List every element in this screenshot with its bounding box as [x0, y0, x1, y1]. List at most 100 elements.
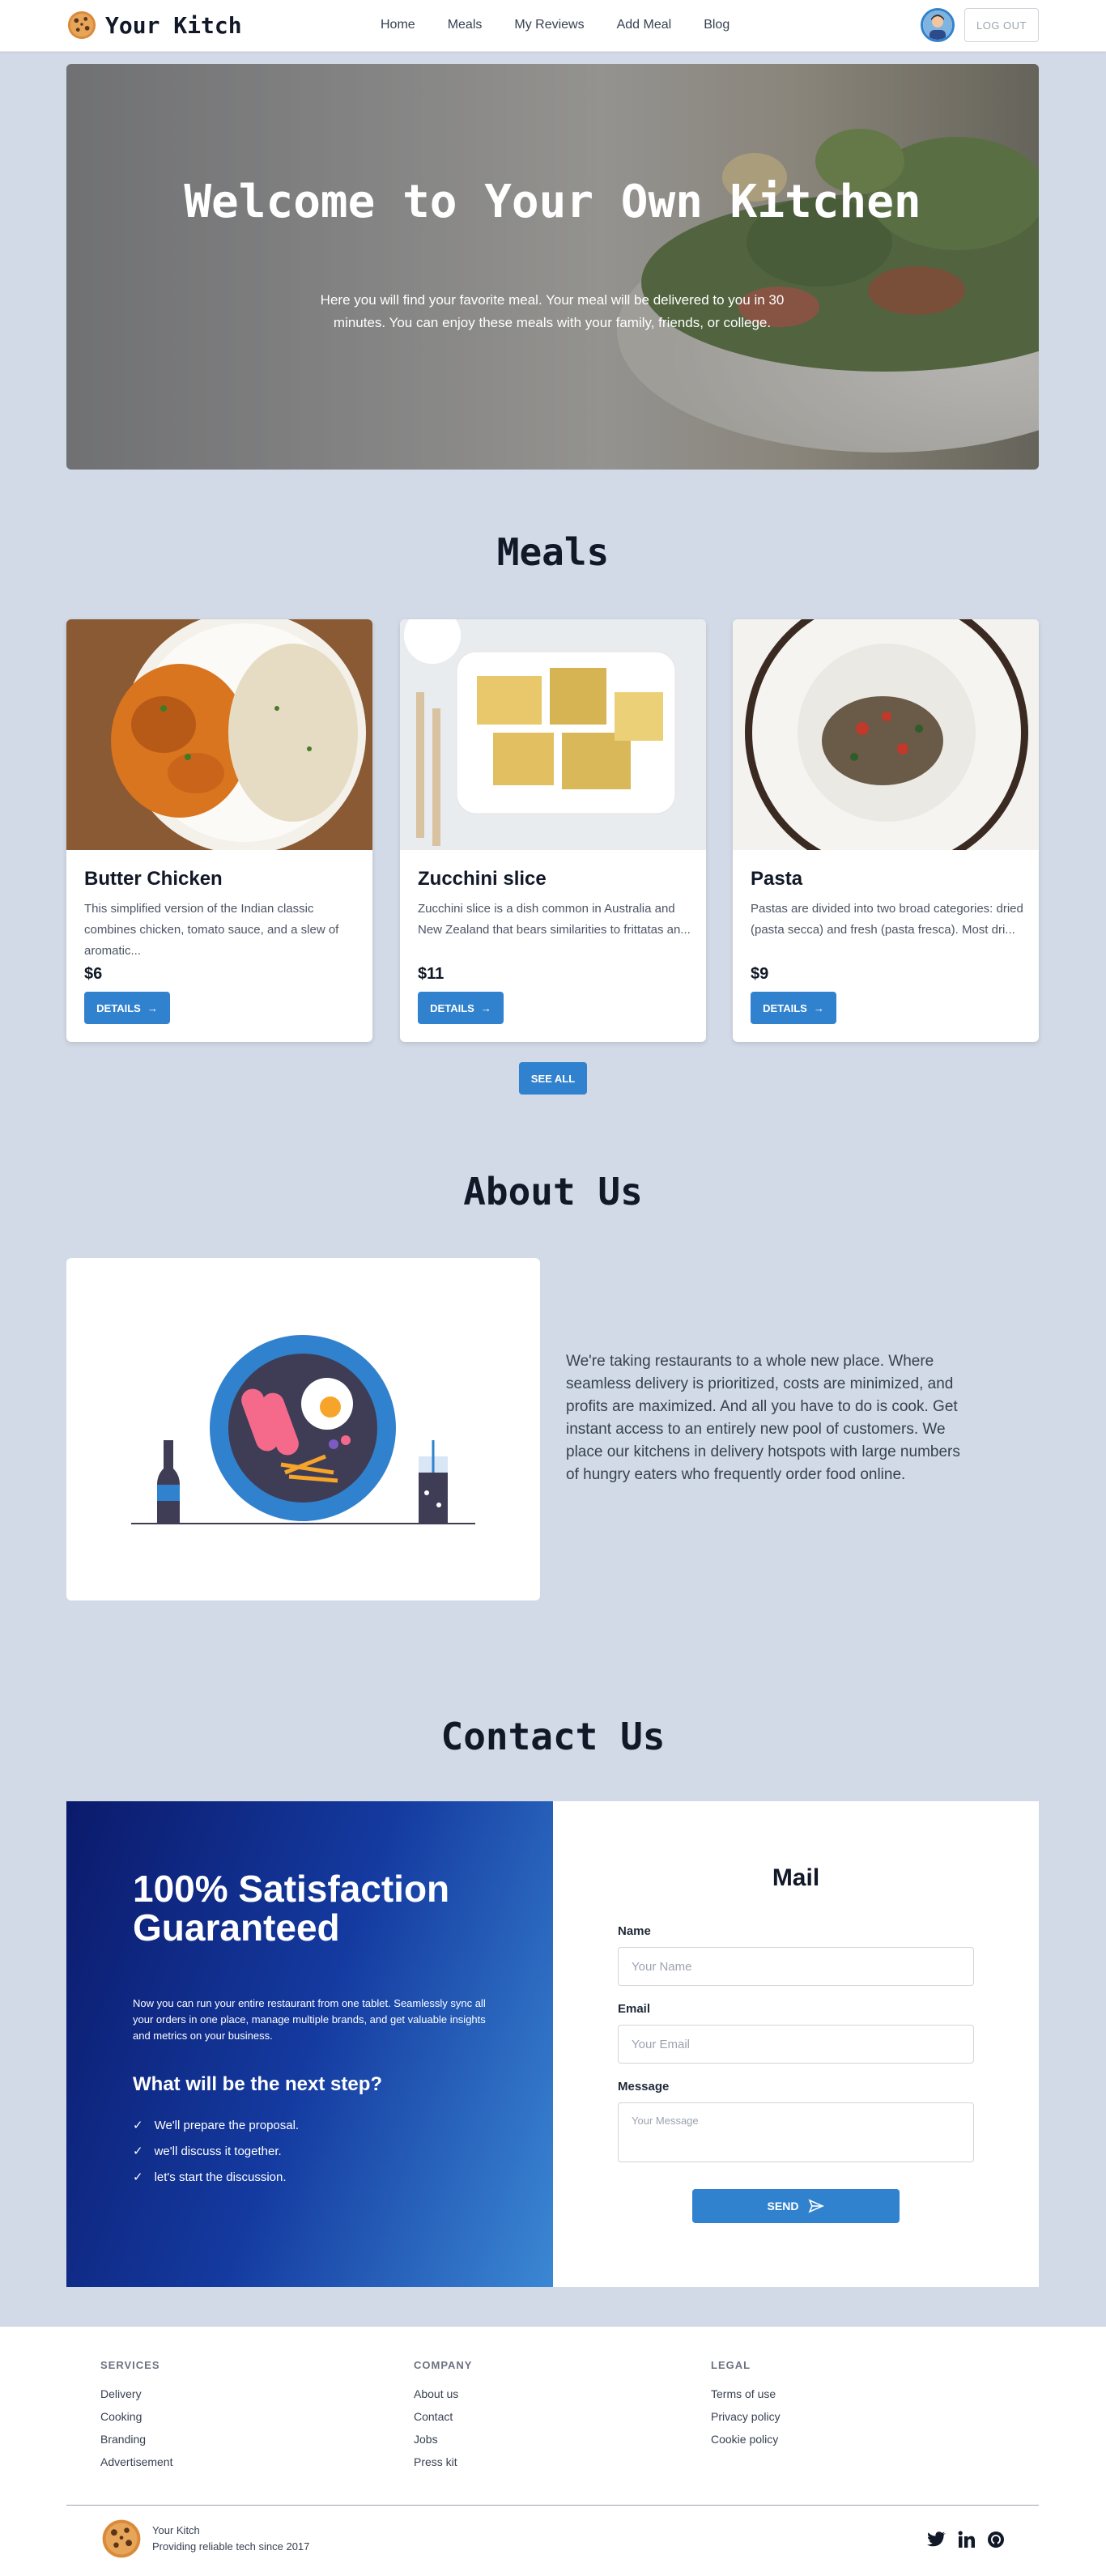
- details-label: DETAILS: [763, 1001, 807, 1014]
- contact-form: Mail Name Your Name Email Your Email Mes…: [553, 1801, 1039, 2287]
- nav-link-my-reviews[interactable]: My Reviews: [514, 18, 584, 32]
- footer-tagline: Providing reliable tech since 2017: [152, 2540, 310, 2553]
- navbar: Your Kitch Home Meals My Reviews Add Mea…: [0, 0, 1106, 52]
- hero-banner: Welcome to Your Own Kitchen Here you wil…: [66, 64, 1039, 470]
- details-label: DETAILS: [96, 1001, 141, 1014]
- meal-name: Zucchini slice: [418, 868, 547, 890]
- footer-link-contact[interactable]: Contact: [414, 2410, 472, 2433]
- arrow-right-icon: →: [480, 1001, 491, 1014]
- footer-divider: [66, 2505, 1039, 2506]
- message-label: Message: [618, 2080, 670, 2094]
- footer-link-privacy[interactable]: Privacy policy: [711, 2410, 781, 2433]
- social-links: [927, 2531, 1005, 2548]
- details-button[interactable]: DETAILS →: [84, 992, 170, 1024]
- footer-link-cookie[interactable]: Cookie policy: [711, 2433, 781, 2455]
- message-field[interactable]: Your Message: [618, 2102, 974, 2162]
- list-item: ✓ we'll discuss it together.: [133, 2138, 299, 2164]
- butter-chicken-image: [66, 619, 372, 854]
- check-icon: ✓: [133, 2119, 143, 2132]
- about-text: We're taking restaurants to a whole new …: [566, 1353, 960, 1483]
- github-icon[interactable]: [987, 2531, 1005, 2548]
- meal-price: $6: [84, 965, 103, 983]
- salad-bowl-image: [66, 64, 1039, 470]
- satisfaction-headline: 100% Satisfaction Guaranteed: [133, 1868, 450, 1949]
- meal-description: Zucchini slice is a dish common in Austr…: [418, 902, 691, 937]
- details-button[interactable]: DETAILS →: [751, 992, 836, 1024]
- send-label: SEND: [767, 2200, 799, 2213]
- email-field[interactable]: Your Email: [618, 2025, 974, 2064]
- nav-link-blog[interactable]: Blog: [704, 18, 730, 32]
- nav-links: Home Meals My Reviews Add Meal Blog: [381, 18, 730, 32]
- footer-heading: SERVICES: [100, 2359, 160, 2371]
- meals-section-title: Meals: [496, 530, 610, 574]
- footer-legal: LEGAL Terms of use Privacy policy Cookie…: [711, 2359, 781, 2455]
- contact-info-panel: 100% Satisfaction Guaranteed Now you can…: [66, 1801, 553, 2287]
- step-text: We'll prepare the proposal.: [154, 2118, 300, 2132]
- user-avatar-icon: [923, 11, 952, 40]
- next-step-heading: What will be the next step?: [133, 2073, 383, 2095]
- brand[interactable]: Your Kitch: [66, 10, 242, 40]
- zucchini-slice-image: [400, 619, 706, 850]
- arrow-right-icon: →: [813, 1001, 824, 1014]
- hero-title: Welcome to Your Own Kitchen: [184, 176, 921, 228]
- footer-link-delivery[interactable]: Delivery: [100, 2387, 172, 2410]
- details-button[interactable]: DETAILS →: [418, 992, 504, 1024]
- arrow-right-icon: →: [147, 1001, 158, 1014]
- see-all-button[interactable]: SEE ALL: [519, 1062, 587, 1095]
- footer-company: COMPANY About us Contact Jobs Press kit: [414, 2359, 472, 2478]
- contact-paragraph: Now you can run your entire restaurant f…: [133, 1997, 486, 2042]
- about-section-title: About Us: [463, 1170, 643, 1214]
- twitter-icon[interactable]: [927, 2531, 946, 2548]
- avatar[interactable]: [921, 8, 955, 42]
- meal-name: Pasta: [751, 868, 803, 890]
- meal-card: Zucchini slice Zucchini slice is a dish …: [400, 619, 706, 1042]
- form-title: Mail: [772, 1864, 820, 1891]
- footer-link-advertisement[interactable]: Advertisement: [100, 2455, 172, 2478]
- nav-link-add-meal[interactable]: Add Meal: [617, 18, 672, 32]
- nav-link-home[interactable]: Home: [381, 18, 415, 32]
- pasta-image: [733, 619, 1039, 874]
- footer-heading: LEGAL: [711, 2359, 751, 2371]
- name-label: Name: [618, 1924, 651, 1938]
- about-illustration: [66, 1258, 540, 1600]
- send-icon: [808, 2199, 825, 2213]
- check-icon: ✓: [133, 2145, 143, 2158]
- send-button[interactable]: SEND: [692, 2189, 900, 2223]
- email-label: Email: [618, 2002, 651, 2016]
- cookie-logo-icon: [102, 2519, 141, 2558]
- footer-brand-text: Your Kitch Providing reliable tech since…: [152, 2523, 309, 2555]
- footer-heading: COMPANY: [414, 2359, 473, 2371]
- step-text: we'll discuss it together.: [154, 2144, 282, 2158]
- step-text: let's start the discussion.: [154, 2170, 287, 2184]
- linkedin-icon[interactable]: [958, 2531, 976, 2548]
- footer-brand: Your Kitch Providing reliable tech since…: [100, 2518, 309, 2560]
- footer-link-terms[interactable]: Terms of use: [711, 2387, 781, 2410]
- footer-link-cooking[interactable]: Cooking: [100, 2410, 172, 2433]
- footer-link-about-us[interactable]: About us: [414, 2387, 472, 2410]
- logout-button[interactable]: LOG OUT: [964, 8, 1039, 42]
- meal-card: Pasta Pastas are divided into two broad …: [733, 619, 1039, 1042]
- check-icon: ✓: [133, 2170, 143, 2184]
- footer-services: SERVICES Delivery Cooking Branding Adver…: [100, 2359, 172, 2478]
- contact-section-title: Contact Us: [440, 1715, 666, 1758]
- food-plate-illustration: [131, 1335, 475, 1524]
- nav-link-meals[interactable]: Meals: [448, 18, 483, 32]
- meal-price: $11: [418, 965, 445, 983]
- brand-name: Your Kitch: [105, 11, 242, 39]
- footer-link-branding[interactable]: Branding: [100, 2433, 172, 2455]
- cookie-logo-icon: [67, 11, 96, 40]
- name-field[interactable]: Your Name: [618, 1947, 974, 1986]
- details-label: DETAILS: [430, 1001, 474, 1014]
- footer: SERVICES Delivery Cooking Branding Adver…: [0, 2327, 1106, 2576]
- list-item: ✓ We'll prepare the proposal.: [133, 2112, 299, 2138]
- footer-link-jobs[interactable]: Jobs: [414, 2433, 472, 2455]
- meal-description: This simplified version of the Indian cl…: [84, 902, 339, 958]
- meal-price: $9: [751, 965, 769, 983]
- meal-name: Butter Chicken: [84, 868, 223, 890]
- meal-card: Butter Chicken This simplified version o…: [66, 619, 372, 1042]
- hero-subtitle: Here you will find your favorite meal. Y…: [320, 292, 785, 330]
- steps-list: ✓ We'll prepare the proposal. ✓ we'll di…: [133, 2112, 299, 2190]
- list-item: ✓ let's start the discussion.: [133, 2164, 299, 2190]
- footer-brand-name: Your Kitch: [152, 2524, 200, 2536]
- footer-link-press-kit[interactable]: Press kit: [414, 2455, 472, 2478]
